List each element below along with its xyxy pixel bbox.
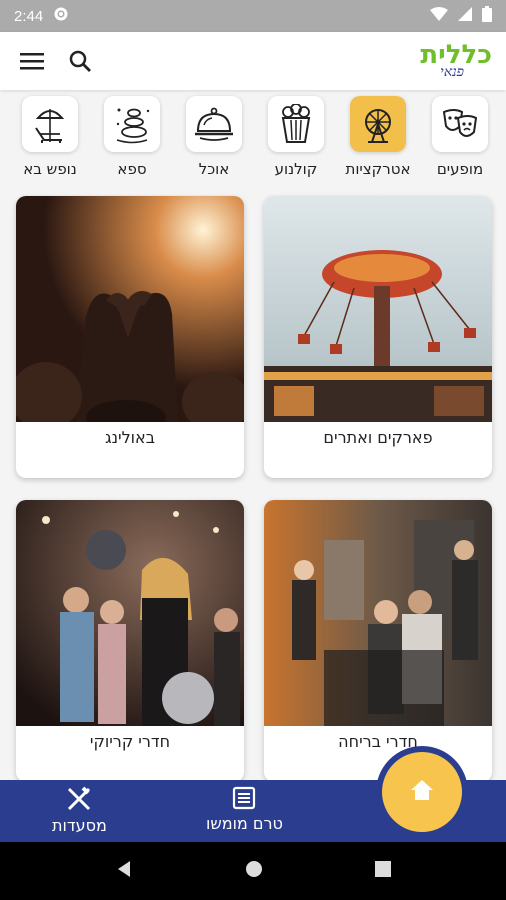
category-label: מופעים: [436, 160, 484, 178]
card-title: חדרי בריחה: [338, 732, 418, 751]
theater-masks-icon: [432, 96, 488, 152]
photo-amusement-park: [264, 196, 492, 422]
category-label: קולנוע: [274, 160, 318, 178]
list-icon: [232, 786, 256, 814]
category-attractions[interactable]: אטרקציות: [342, 92, 414, 182]
nav-restaurants[interactable]: מסעדות: [52, 786, 107, 835]
category-spa[interactable]: ספא: [96, 92, 168, 182]
system-nav-bar: [0, 842, 506, 900]
card-title: חדרי קריוקי: [89, 732, 171, 751]
beach-chair-icon: [22, 96, 78, 152]
category-grid: פארקים ואתרים באולינג חדרי בריחה חדרי קר…: [0, 194, 506, 780]
home-circle-icon[interactable]: [244, 859, 264, 883]
fork-knife-icon: [66, 786, 92, 816]
card-escape-rooms[interactable]: חדרי בריחה: [264, 500, 492, 780]
popcorn-icon: [268, 96, 324, 152]
category-shows[interactable]: מופעים: [424, 92, 496, 182]
food-cloche-icon: [186, 96, 242, 152]
category-label: נופש בא: [23, 160, 77, 178]
status-icons: [430, 6, 492, 26]
wifi-icon: [430, 7, 448, 25]
card-title: פארקים ואתרים: [323, 428, 433, 447]
nav-pre-launch[interactable]: טרם מומשו: [206, 786, 283, 833]
category-label: אטרקציות: [345, 160, 411, 178]
status-time: 2:44: [14, 7, 44, 25]
category-strip: מופעים אטרקציות קולנוע אוכל ספא נופש בא: [0, 92, 506, 182]
hamburger-menu-icon[interactable]: [14, 43, 50, 79]
app-bar: כללית פנאי: [0, 32, 506, 90]
photo-karaoke-party: [16, 500, 244, 726]
logo-sub-text: פנאי: [440, 63, 464, 80]
nav-pre-launch-label: טרם מומשו: [206, 814, 283, 833]
home-button[interactable]: [382, 752, 462, 832]
search-icon[interactable]: [62, 43, 98, 79]
app-logo[interactable]: כללית פנאי: [420, 42, 492, 81]
signal-icon: [458, 7, 472, 25]
spa-stones-icon: [104, 96, 160, 152]
photo-concert-crowd: [16, 196, 244, 422]
category-label: אוכל: [198, 160, 230, 178]
photo-escape-room: [264, 500, 492, 726]
back-icon[interactable]: [114, 859, 134, 883]
settings-icon: [53, 6, 69, 26]
category-food[interactable]: אוכל: [178, 92, 250, 182]
nav-restaurants-label: מסעדות: [52, 816, 107, 835]
category-vacation[interactable]: נופש בא: [14, 92, 86, 182]
status-bar: 2:44: [0, 0, 506, 32]
category-label: ספא: [117, 160, 147, 178]
category-cinema[interactable]: קולנוע: [260, 92, 332, 182]
card-karaoke[interactable]: חדרי קריוקי: [16, 500, 244, 780]
card-title: באולינג: [105, 428, 155, 447]
ferris-wheel-icon: [350, 96, 406, 152]
card-parks[interactable]: פארקים ואתרים: [264, 196, 492, 478]
battery-icon: [482, 6, 492, 26]
home-icon: [410, 779, 434, 805]
recents-icon[interactable]: [374, 860, 392, 882]
card-bowling[interactable]: באולינג: [16, 196, 244, 478]
